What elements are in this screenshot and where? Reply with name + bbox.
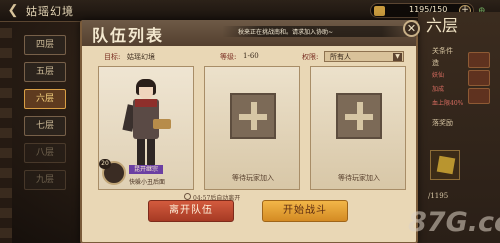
reward-heading: 落奖励 bbox=[432, 119, 453, 127]
waiting-label: 等待玩家加入 bbox=[232, 174, 274, 182]
permission-value: 所有人 bbox=[330, 53, 351, 61]
floor-info-highlight: 血上限40% bbox=[432, 100, 464, 107]
floor-info-text: 造 bbox=[432, 59, 439, 67]
game-scene: ❮ 姑瑶幻境 1195/150 + ⊕ 四层 五层 六层 七层 八层 九层 六层… bbox=[0, 0, 500, 243]
start-battle-button[interactable]: 开始战斗 bbox=[262, 200, 348, 222]
treasure-chest-icon bbox=[468, 88, 490, 104]
team-slot-member[interactable]: 20 昆开继宗 快躲小丑后面 bbox=[98, 66, 194, 190]
player-name: 快躲小丑后面 bbox=[129, 179, 166, 186]
close-button[interactable]: ✕ bbox=[403, 20, 420, 37]
floor-info-highlight: 妖仙 bbox=[432, 72, 445, 79]
floor-info-highlight: 加成 bbox=[432, 86, 445, 93]
floor-item-5[interactable]: 五层 bbox=[24, 62, 66, 82]
team-slot-empty[interactable]: 等待玩家加入 bbox=[204, 66, 300, 190]
player-character bbox=[122, 79, 171, 171]
treasure-chest-icon bbox=[468, 70, 490, 86]
team-slot-empty[interactable]: 等待玩家加入 bbox=[310, 66, 406, 190]
invite-message: 秋来正在挑战南和。请求加入协助~ bbox=[238, 29, 334, 36]
level-value: 1-60 bbox=[243, 52, 259, 60]
chevron-down-icon: ▼ bbox=[393, 53, 402, 61]
floor-item-9[interactable]: 九层 bbox=[24, 170, 66, 190]
waiting-label: 等待玩家加入 bbox=[338, 174, 380, 182]
permission-label: 权限: bbox=[302, 53, 319, 61]
floor-info-title: 六层 bbox=[426, 16, 459, 35]
reward-item-icon[interactable] bbox=[430, 150, 460, 180]
player-title-tag: 昆开继宗 bbox=[129, 165, 163, 174]
realm-title: 姑瑶幻境 bbox=[26, 5, 74, 18]
floor-item-4[interactable]: 四层 bbox=[24, 35, 66, 55]
clock-icon bbox=[184, 193, 191, 200]
leave-team-button[interactable]: 离开队伍 bbox=[148, 200, 234, 222]
reward-counter: /1195 bbox=[428, 192, 449, 200]
floor-list: 四层 五层 六层 七层 八层 九层 bbox=[18, 35, 72, 197]
floor-item-6[interactable]: 六层 bbox=[24, 89, 66, 109]
dialog-title: 队伍列表 bbox=[92, 26, 165, 45]
level-label: 等级: bbox=[220, 53, 237, 61]
treasure-chest-icon bbox=[468, 52, 490, 68]
back-icon[interactable]: ❮ bbox=[6, 3, 20, 18]
coin-icon bbox=[374, 6, 385, 16]
permission-select[interactable]: 所有人 ▼ bbox=[324, 51, 404, 62]
plus-icon bbox=[230, 93, 276, 139]
watermark-logo: 87G.com bbox=[408, 207, 500, 238]
target-label: 目标: bbox=[104, 53, 121, 61]
left-decor-border bbox=[0, 28, 12, 243]
plus-icon bbox=[336, 93, 382, 139]
floor-item-7[interactable]: 七层 bbox=[24, 116, 66, 136]
level-badge: 20 bbox=[99, 159, 111, 169]
floor-info-text: 关条件 bbox=[432, 47, 453, 55]
floor-item-8[interactable]: 八层 bbox=[24, 143, 66, 163]
target-value: 姑瑶幻境 bbox=[127, 53, 155, 61]
